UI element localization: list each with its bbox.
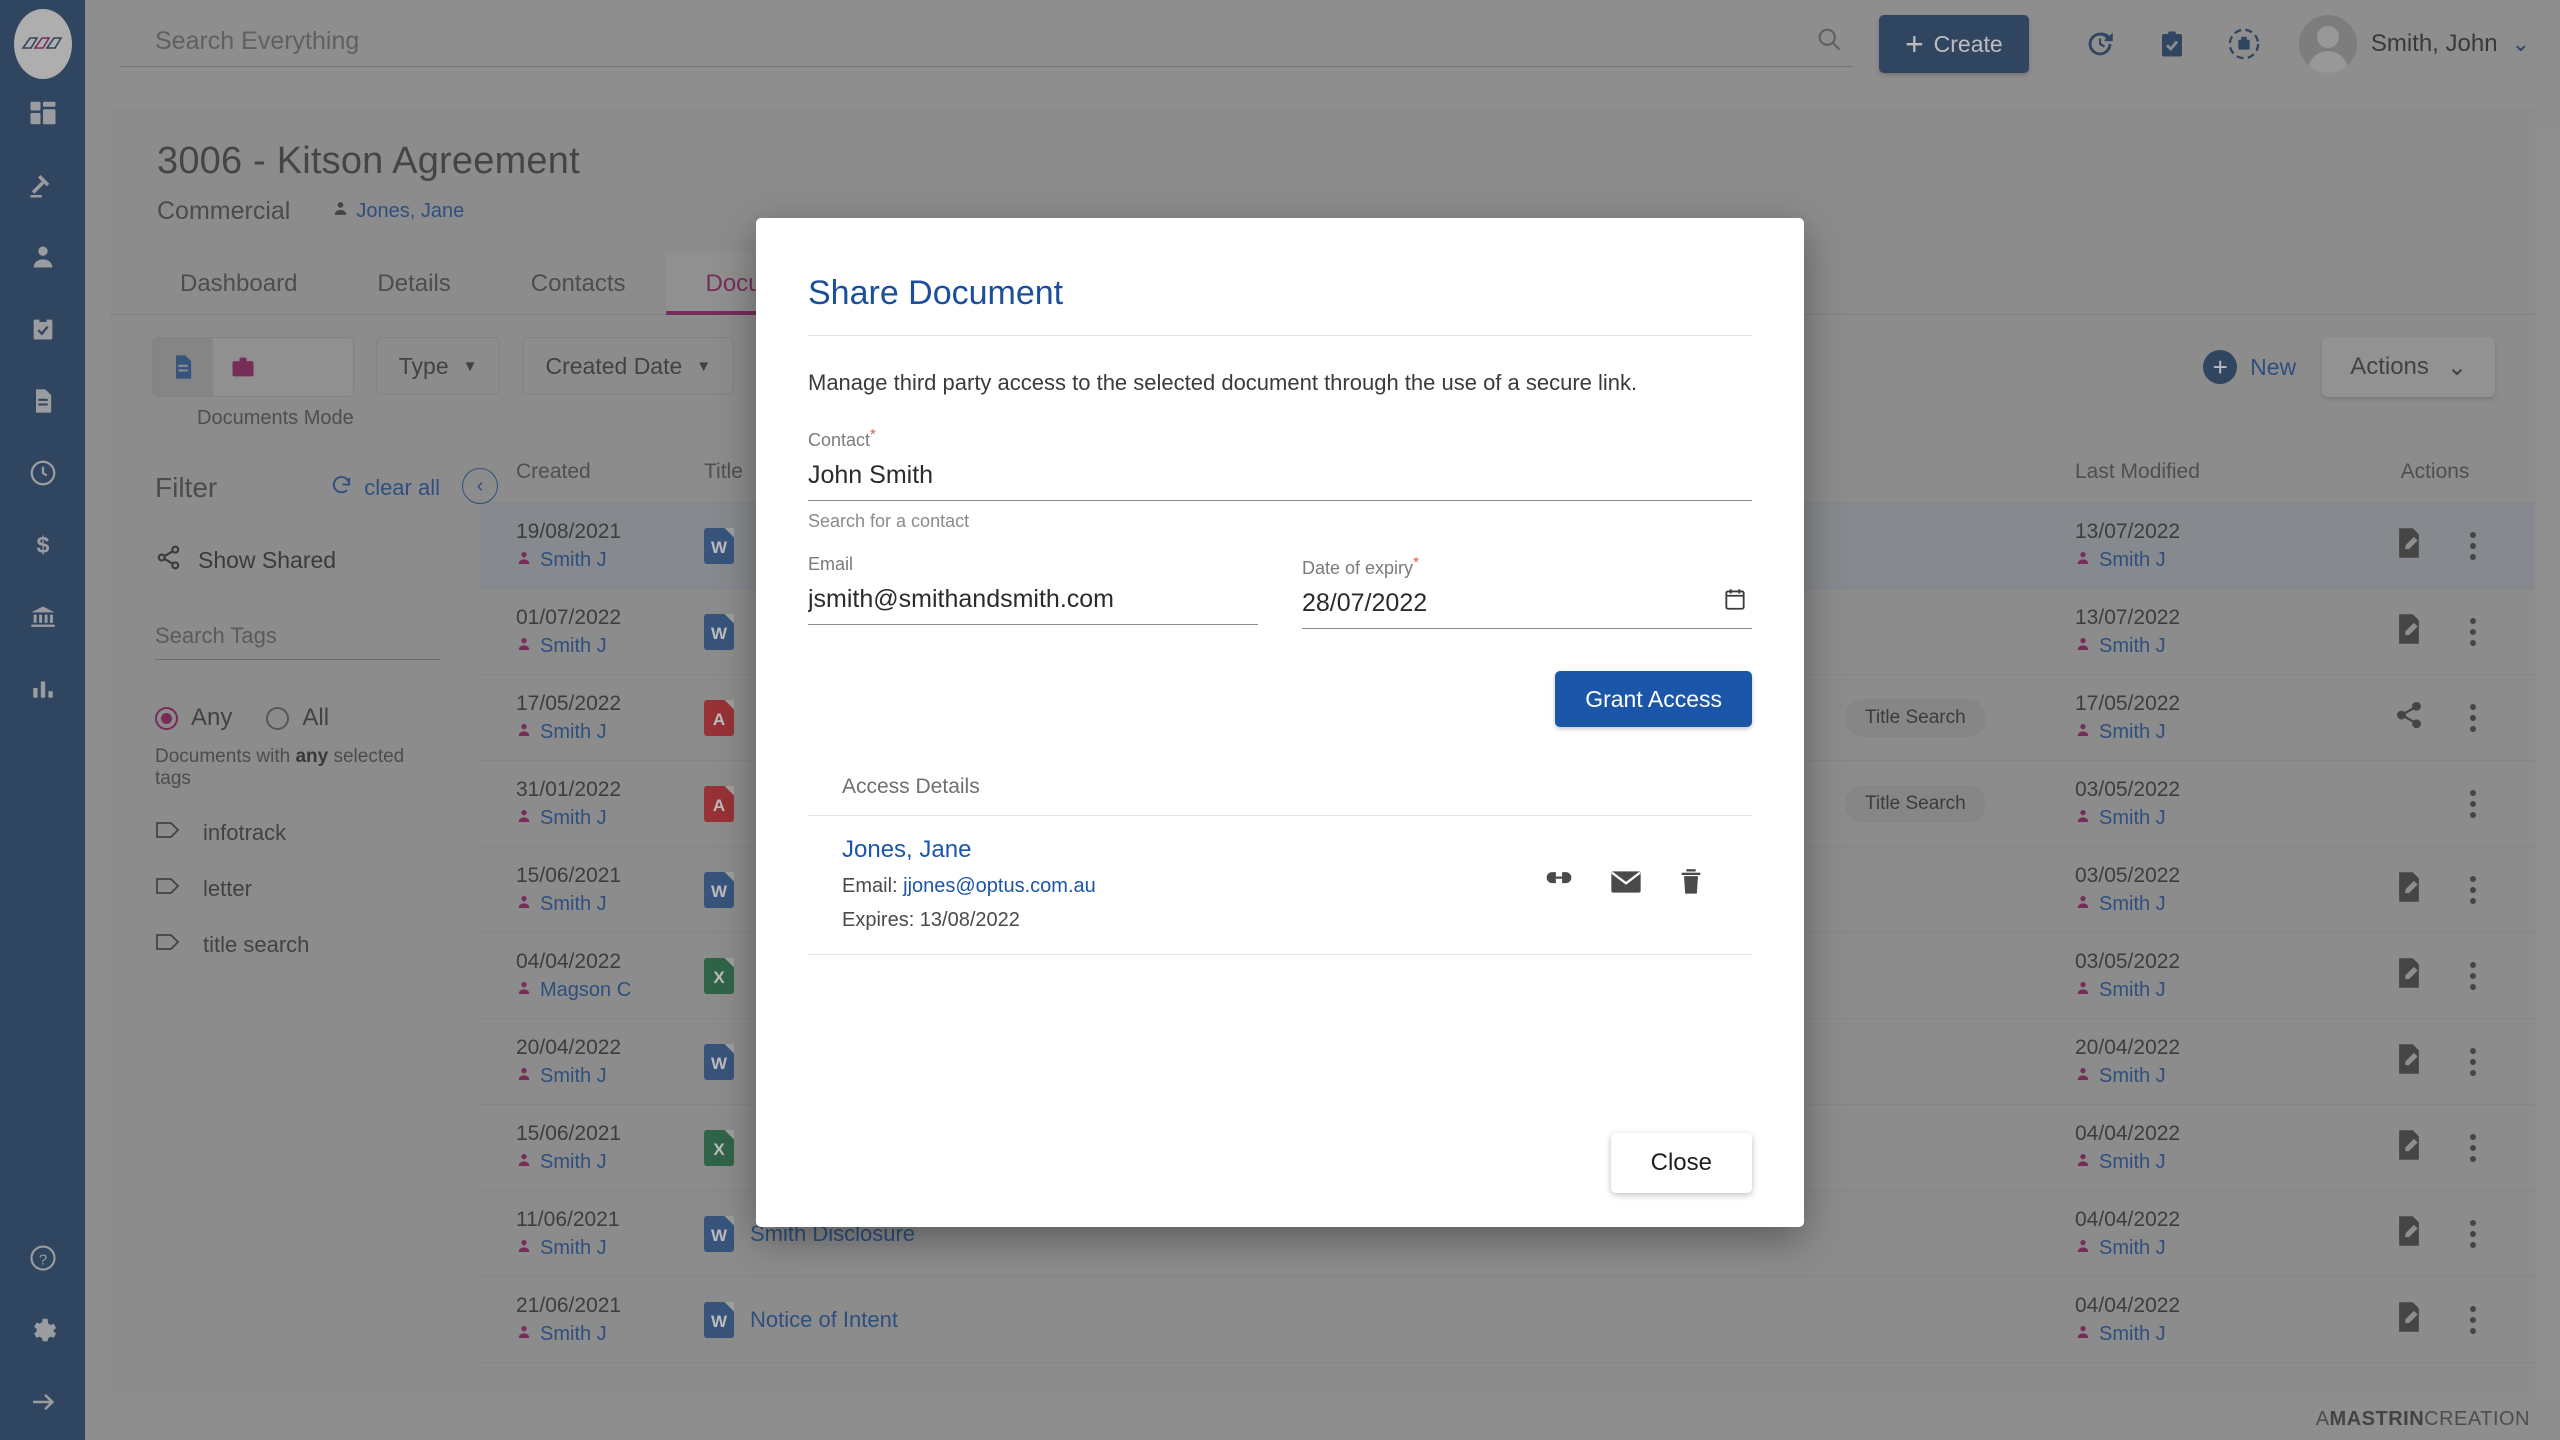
close-button[interactable]: Close — [1611, 1133, 1752, 1193]
email-label: Email: — [842, 875, 903, 897]
access-row-info: Jones, Jane Email: jjones@optus.com.au Exp… — [842, 836, 1544, 932]
email-input[interactable] — [808, 575, 1258, 625]
date-of-expiry-input[interactable] — [1302, 579, 1752, 629]
dialog-footer: Close — [808, 1133, 1752, 1227]
contact-input[interactable] — [808, 451, 1752, 501]
contact-hint: Search for a contact — [808, 511, 1752, 532]
email-link[interactable]: jjones@optus.com.au — [903, 875, 1096, 897]
required-marker: * — [870, 426, 876, 443]
dialog-title: Share Document — [808, 274, 1752, 313]
contact-label: Contact* — [808, 426, 1752, 451]
expiry-label-text: Date of expiry — [1302, 558, 1413, 578]
expiry-field: Date of expiry* — [1302, 554, 1752, 629]
access-contact-name[interactable]: Jones, Jane — [842, 836, 1544, 864]
grant-access-row: Grant Access — [808, 671, 1752, 727]
grant-access-button[interactable]: Grant Access — [1555, 671, 1752, 727]
access-expires: Expires: 13/08/2022 — [842, 909, 1544, 932]
access-details-list: Jones, Jane Email: jjones@optus.com.au Exp… — [808, 815, 1752, 955]
link-icon[interactable] — [1544, 867, 1574, 902]
email-field: Email — [808, 554, 1258, 629]
contact-field: Contact* Search for a contact — [808, 426, 1752, 532]
delete-icon[interactable] — [1678, 868, 1704, 901]
expiry-label: Date of expiry* — [1302, 554, 1752, 579]
calendar-icon[interactable] — [1722, 586, 1748, 617]
access-contact-email: Email: jjones@optus.com.au — [842, 875, 1544, 898]
share-document-dialog: Share Document Manage third party access… — [756, 218, 1804, 1227]
access-row: Jones, Jane Email: jjones@optus.com.au Exp… — [808, 816, 1752, 955]
contact-label-text: Contact — [808, 430, 870, 450]
dialog-divider — [808, 335, 1752, 336]
access-details-label: Access Details — [808, 775, 1752, 799]
application-window: $ ? — [0, 0, 2560, 1440]
dialog-description: Manage third party access to the selecte… — [808, 370, 1752, 396]
access-row-actions — [1544, 867, 1746, 902]
email-label: Email — [808, 554, 1258, 575]
email-icon[interactable] — [1610, 869, 1642, 900]
required-marker: * — [1413, 554, 1419, 571]
email-expiry-row: Email Date of expiry* — [808, 554, 1752, 629]
